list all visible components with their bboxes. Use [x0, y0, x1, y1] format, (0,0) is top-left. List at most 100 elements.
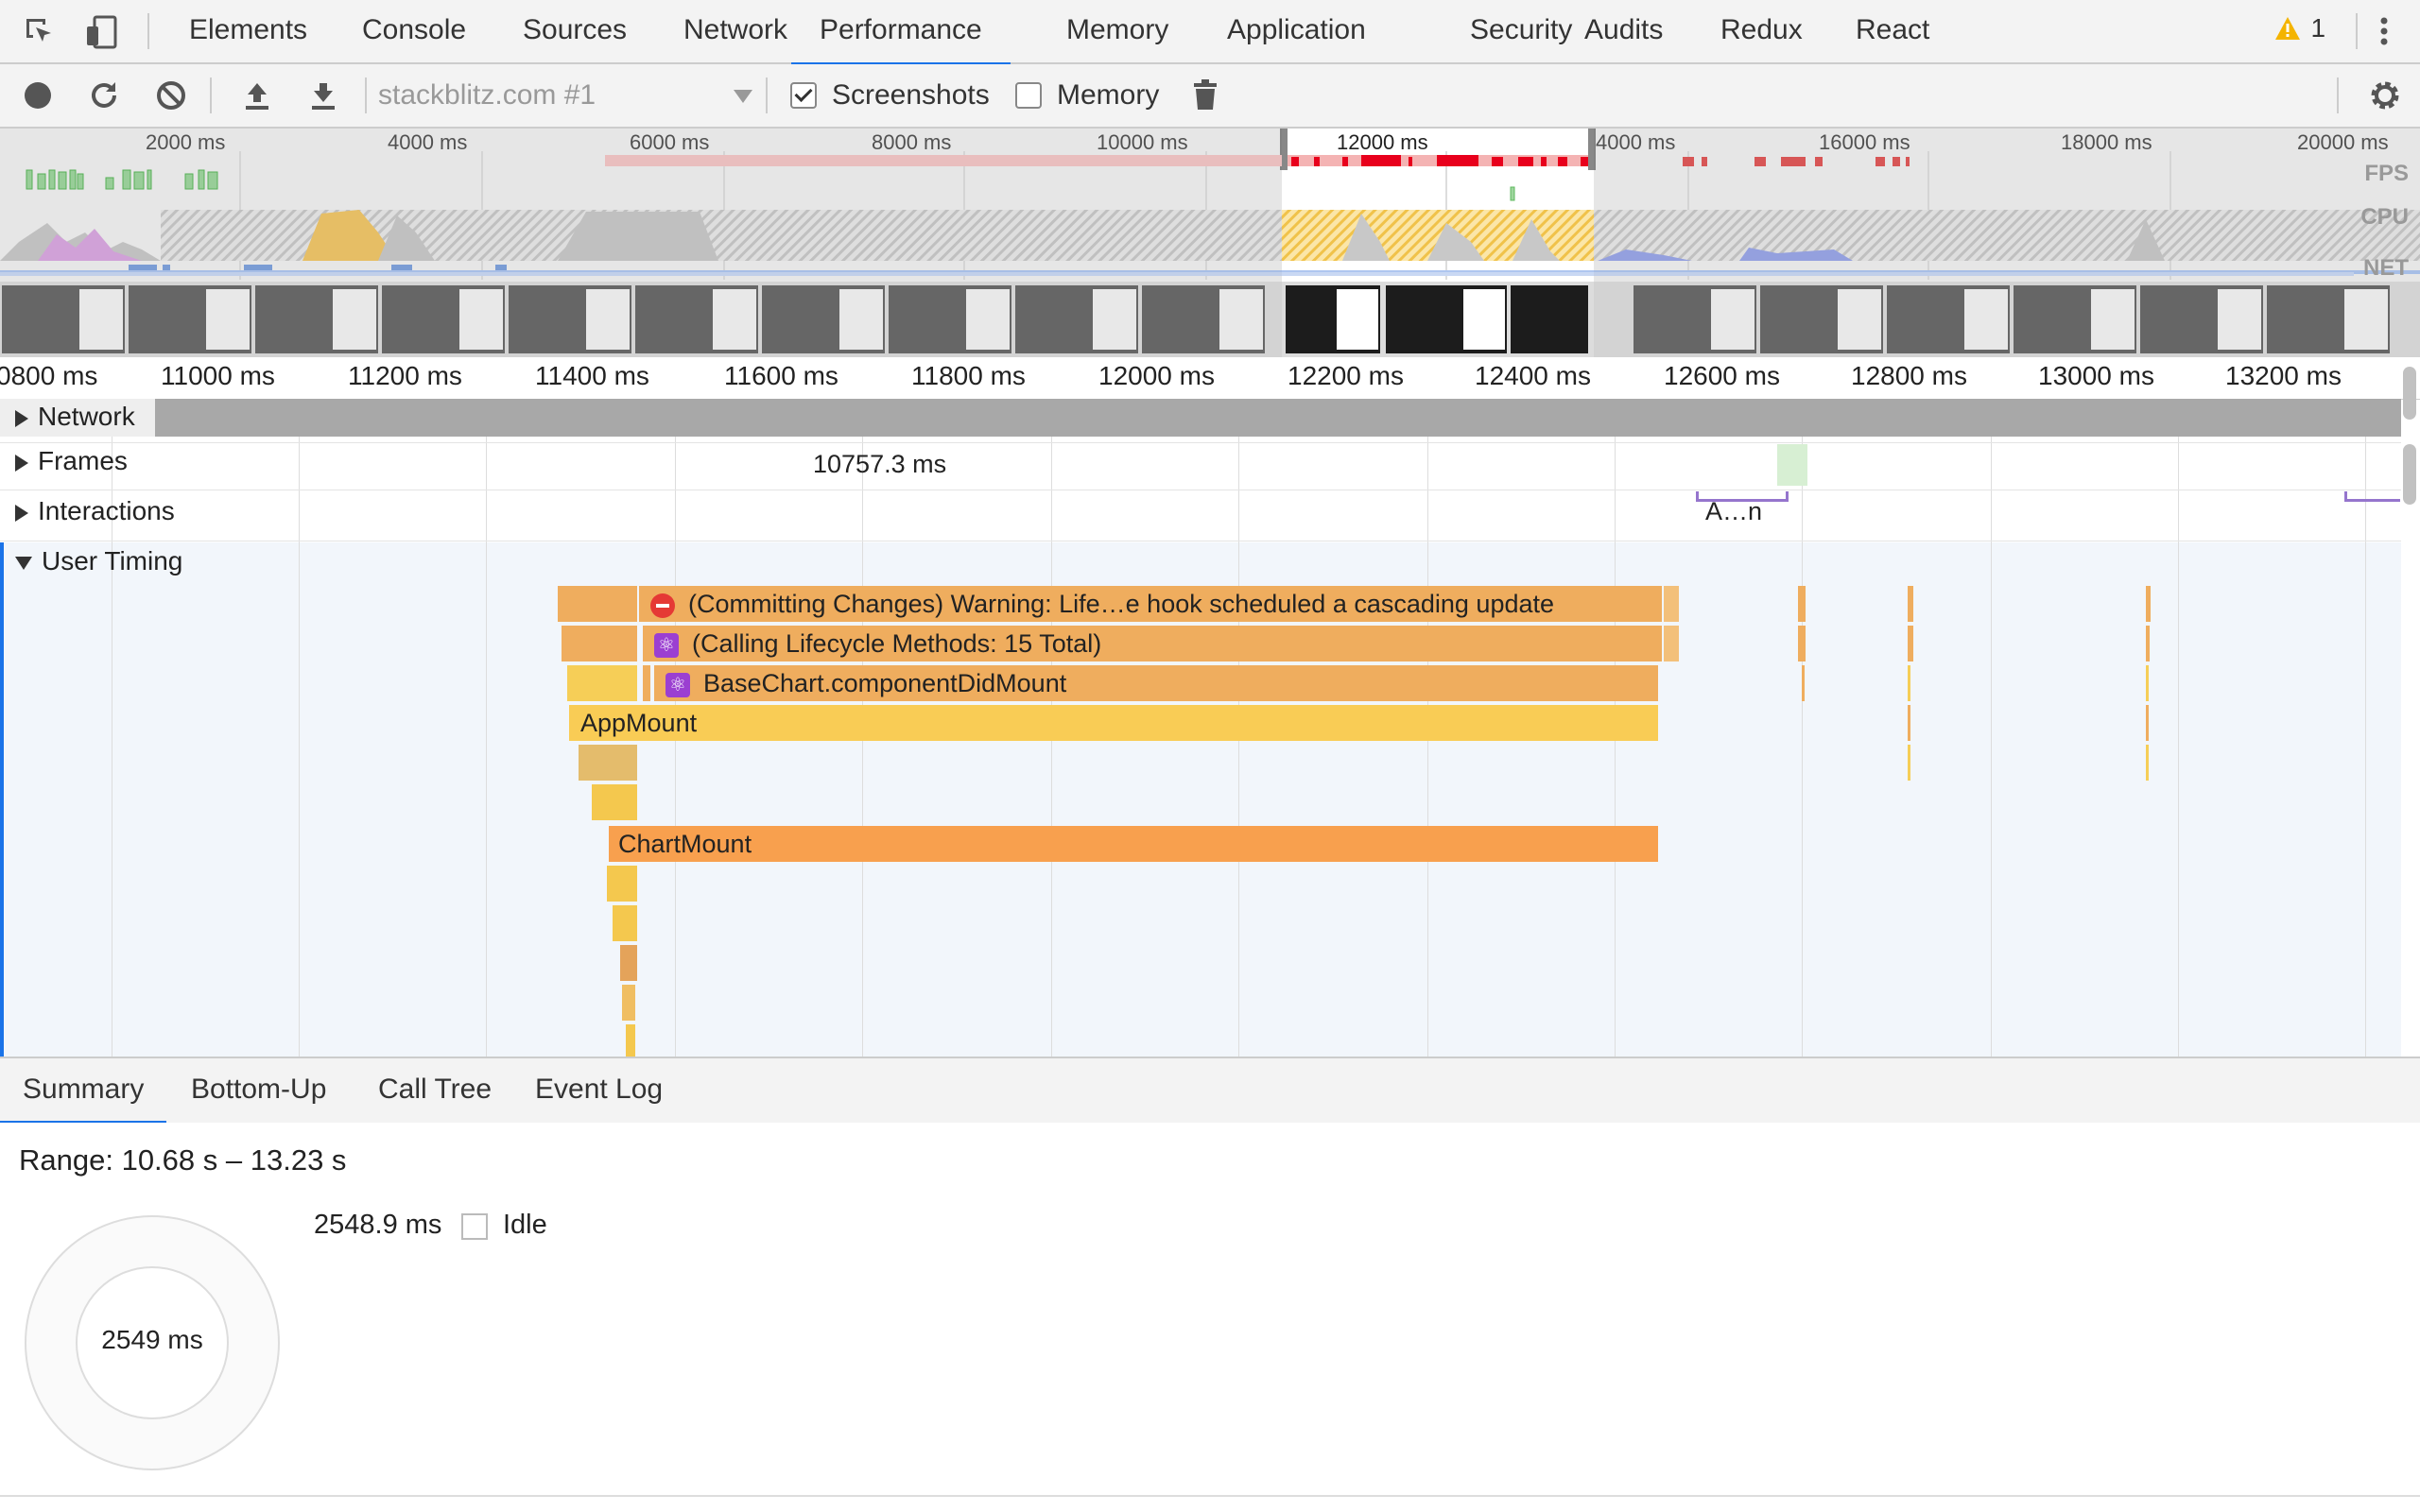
reload-record-icon[interactable] — [87, 78, 121, 112]
tab-redux[interactable]: Redux — [1720, 0, 1803, 62]
flame-bar-committing-changes[interactable]: (Committing Changes) Warning: Life…e hoo… — [639, 586, 1662, 622]
tab-summary[interactable]: Summary — [0, 1058, 167, 1125]
frame-block[interactable] — [1777, 444, 1807, 486]
timeline-overview[interactable]: 2000 ms 4000 ms 6000 ms 8000 ms 10000 ms… — [0, 129, 2420, 357]
toolbar-divider — [766, 77, 768, 113]
inspect-element-icon[interactable] — [23, 15, 57, 49]
toolbar-divider — [2337, 77, 2339, 113]
tab-react[interactable]: React — [1856, 0, 1929, 62]
legend-idle-label: Idle — [503, 1210, 547, 1240]
ruler-tick-label: 12400 ms — [1475, 361, 1591, 390]
tab-event-log[interactable]: Event Log — [535, 1058, 663, 1121]
tab-audits[interactable]: Audits — [1584, 0, 1663, 62]
frame-duration[interactable]: 10757.3 ms — [813, 450, 946, 479]
ruler-tick-label: 11000 ms — [161, 361, 275, 390]
flame-bar[interactable] — [2146, 586, 2151, 622]
more-options-icon[interactable] — [2375, 13, 2394, 49]
flame-bar-appmount[interactable]: AppMount — [569, 705, 1658, 741]
flame-bar-lifecycle-methods[interactable]: ⚛ (Calling Lifecycle Methods: 15 Total) — [643, 626, 1662, 662]
screenshots-checkbox[interactable] — [790, 82, 817, 109]
performance-toolbar: stackblitz.com #1 Screenshots Memory — [0, 64, 2420, 129]
flame-bar[interactable] — [620, 945, 637, 981]
flame-bar[interactable] — [643, 665, 650, 701]
flame-bar[interactable] — [562, 626, 637, 662]
ruler-tick-label: 11200 ms — [348, 361, 462, 390]
tab-application[interactable]: Application — [1227, 0, 1366, 62]
tab-security[interactable]: Security — [1470, 0, 1572, 62]
tab-elements[interactable]: Elements — [189, 0, 307, 62]
tab-network[interactable]: Network — [683, 0, 787, 62]
flame-bar-label: BaseChart.componentDidMount — [703, 669, 1067, 697]
cpu-label: CPU — [2360, 204, 2409, 230]
flame-bar[interactable] — [1798, 626, 1806, 662]
warning-indicator[interactable]: 1 — [2274, 13, 2325, 49]
network-track-header[interactable]: Network — [0, 402, 135, 432]
flame-bar[interactable] — [613, 905, 637, 941]
tab-bottom-up[interactable]: Bottom-Up — [191, 1058, 326, 1121]
flame-bar[interactable] — [2146, 626, 2150, 662]
flame-scrollbar-thumb[interactable] — [2403, 444, 2416, 505]
flame-bar[interactable] — [1908, 705, 1910, 741]
flame-bar[interactable] — [1664, 586, 1679, 622]
react-atom-icon: ⚛ — [654, 632, 679, 658]
upload-icon[interactable] — [242, 79, 272, 112]
react-atom-icon: ⚛ — [666, 672, 690, 697]
interaction-marker[interactable] — [2344, 491, 2400, 502]
user-timing-track-header[interactable]: User Timing — [0, 546, 182, 576]
flame-chart[interactable]: Network Frames 10757.3 ms Interactions A… — [0, 399, 2401, 1057]
flame-bar[interactable] — [1908, 586, 1913, 622]
flame-scrollbar-thumb[interactable] — [2403, 367, 2416, 420]
flame-bar[interactable] — [607, 866, 637, 902]
flame-bar[interactable] — [626, 1024, 635, 1057]
interaction-label: A…n — [1705, 497, 1763, 525]
flame-bar[interactable] — [2146, 705, 2149, 741]
tab-performance[interactable]: Performance — [791, 0, 1011, 66]
fps-label: FPS — [2364, 161, 2409, 186]
flame-bar[interactable] — [1798, 586, 1806, 622]
tab-memory[interactable]: Memory — [1066, 0, 1168, 62]
flame-bar[interactable] — [579, 745, 637, 781]
flame-bar[interactable] — [567, 665, 637, 701]
download-icon[interactable] — [308, 79, 338, 112]
user-timing-track-label: User Timing — [42, 546, 183, 576]
overview-graphs — [0, 129, 2420, 357]
device-toolbar-icon[interactable] — [83, 13, 121, 51]
target-select[interactable]: stackblitz.com #1 — [378, 64, 596, 127]
toolbar-divider — [147, 13, 149, 49]
flame-bar[interactable] — [1908, 665, 1910, 701]
ruler-tick-label: 12000 ms — [1098, 361, 1215, 390]
tab-console[interactable]: Console — [362, 0, 466, 62]
flame-bar[interactable] — [592, 784, 637, 820]
frames-track-header[interactable]: Frames — [0, 446, 128, 476]
time-ruler: 0800 ms 11000 ms 11200 ms 11400 ms 11600… — [0, 357, 2420, 400]
record-icon[interactable] — [23, 80, 53, 111]
toolbar-divider — [210, 77, 212, 113]
memory-label: Memory — [1057, 79, 1160, 111]
chevron-down-icon — [734, 90, 752, 108]
summary-range: Range: 10.68 s – 13.23 s — [19, 1143, 347, 1177]
grid-line — [299, 399, 300, 1057]
tab-call-tree[interactable]: Call Tree — [378, 1058, 492, 1121]
memory-checkbox[interactable] — [1015, 82, 1042, 109]
warning-circle-icon — [650, 593, 675, 618]
interactions-track-header[interactable]: Interactions — [0, 496, 175, 526]
flame-bar[interactable] — [622, 985, 635, 1021]
details-tab-bar: Summary Bottom-Up Call Tree Event Log — [0, 1057, 2420, 1125]
summary-total: 2549 ms — [101, 1325, 203, 1354]
flame-bar-basechart-componentdidmount[interactable]: ⚛ BaseChart.componentDidMount — [654, 665, 1658, 701]
clear-icon[interactable] — [155, 79, 187, 112]
flame-bar[interactable] — [2146, 745, 2149, 781]
flame-bar[interactable] — [558, 586, 637, 622]
flame-bar[interactable] — [2146, 665, 2149, 701]
flame-bar-chartmount[interactable]: ChartMount — [609, 826, 1658, 862]
network-track[interactable] — [0, 399, 2401, 437]
flame-bar[interactable] — [1664, 626, 1679, 662]
tab-sources[interactable]: Sources — [523, 0, 627, 62]
flame-bar[interactable] — [1908, 626, 1913, 662]
flame-bar[interactable] — [1908, 745, 1910, 781]
net-label: NET — [2363, 255, 2409, 281]
trash-icon[interactable] — [1193, 79, 1218, 112]
flame-bar[interactable] — [1802, 665, 1805, 701]
settings-gear-icon[interactable] — [2367, 77, 2403, 113]
flame-bar-label: AppMount — [580, 709, 698, 737]
